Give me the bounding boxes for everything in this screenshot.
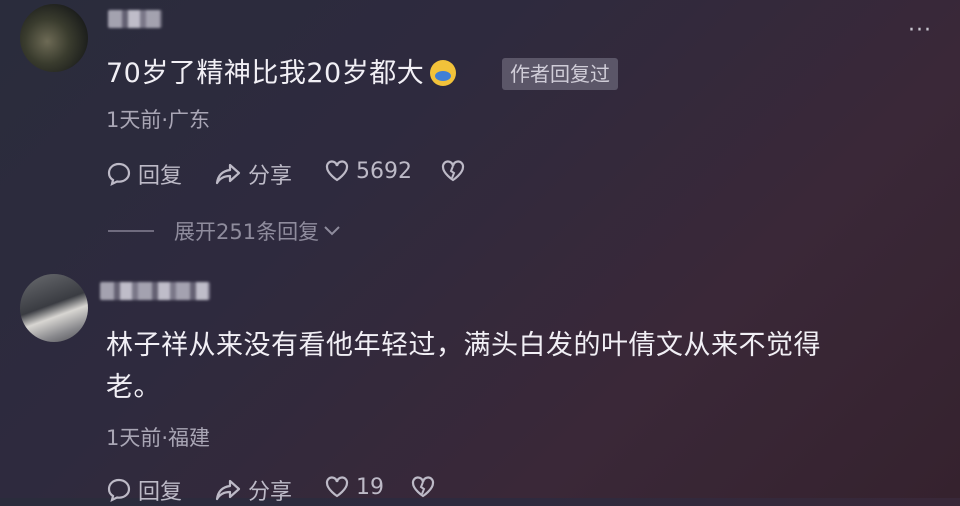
time-location: 1天前·广东 xyxy=(106,108,211,132)
reply-icon xyxy=(107,478,131,503)
expand-replies[interactable]: 展开251条回复 xyxy=(108,216,341,246)
share-label: 分享 xyxy=(248,164,293,189)
broken-heart-icon xyxy=(411,476,435,498)
username-blurred[interactable] xyxy=(100,282,210,300)
chevron-down-icon xyxy=(324,226,340,236)
avatar[interactable] xyxy=(20,4,88,72)
like-count: 5692 xyxy=(356,158,412,184)
like-button[interactable]: 19 xyxy=(324,474,384,500)
time-location: 1天前·福建 xyxy=(106,426,211,450)
share-button[interactable]: 分享 xyxy=(214,158,292,190)
broken-heart-icon xyxy=(441,160,465,182)
divider xyxy=(108,230,154,232)
avatar[interactable] xyxy=(20,274,88,342)
like-count: 19 xyxy=(356,474,384,500)
comment-text: 70岁了精神比我20岁都大 xyxy=(106,54,457,94)
heart-icon xyxy=(325,160,349,182)
username-blurred[interactable] xyxy=(108,10,162,28)
share-label: 分享 xyxy=(248,480,293,505)
comment-text-line2: 老。 xyxy=(106,372,161,403)
share-icon xyxy=(215,163,241,185)
heart-icon xyxy=(325,476,349,498)
reply-icon xyxy=(107,162,131,187)
author-replied-badge: 作者回复过 xyxy=(502,58,618,90)
dislike-button[interactable] xyxy=(440,158,466,184)
share-icon xyxy=(215,479,241,501)
emoji-icon xyxy=(430,60,457,86)
share-button[interactable]: 分享 xyxy=(214,474,292,506)
more-options-icon[interactable]: ··· xyxy=(908,18,932,43)
reply-button[interactable]: 回复 xyxy=(106,474,182,506)
reply-label: 回复 xyxy=(138,164,183,189)
comment-text-line1: 林子祥从来没有看他年轻过，满头白发的叶倩文从来不觉得 xyxy=(106,330,821,361)
reply-label: 回复 xyxy=(138,480,183,505)
dislike-button[interactable] xyxy=(410,474,436,500)
expand-label: 展开251条回复 xyxy=(174,220,320,244)
comment-text-content: 70岁了精神比我20岁都大 xyxy=(106,58,425,89)
like-button[interactable]: 5692 xyxy=(324,158,412,184)
reply-button[interactable]: 回复 xyxy=(106,158,182,190)
